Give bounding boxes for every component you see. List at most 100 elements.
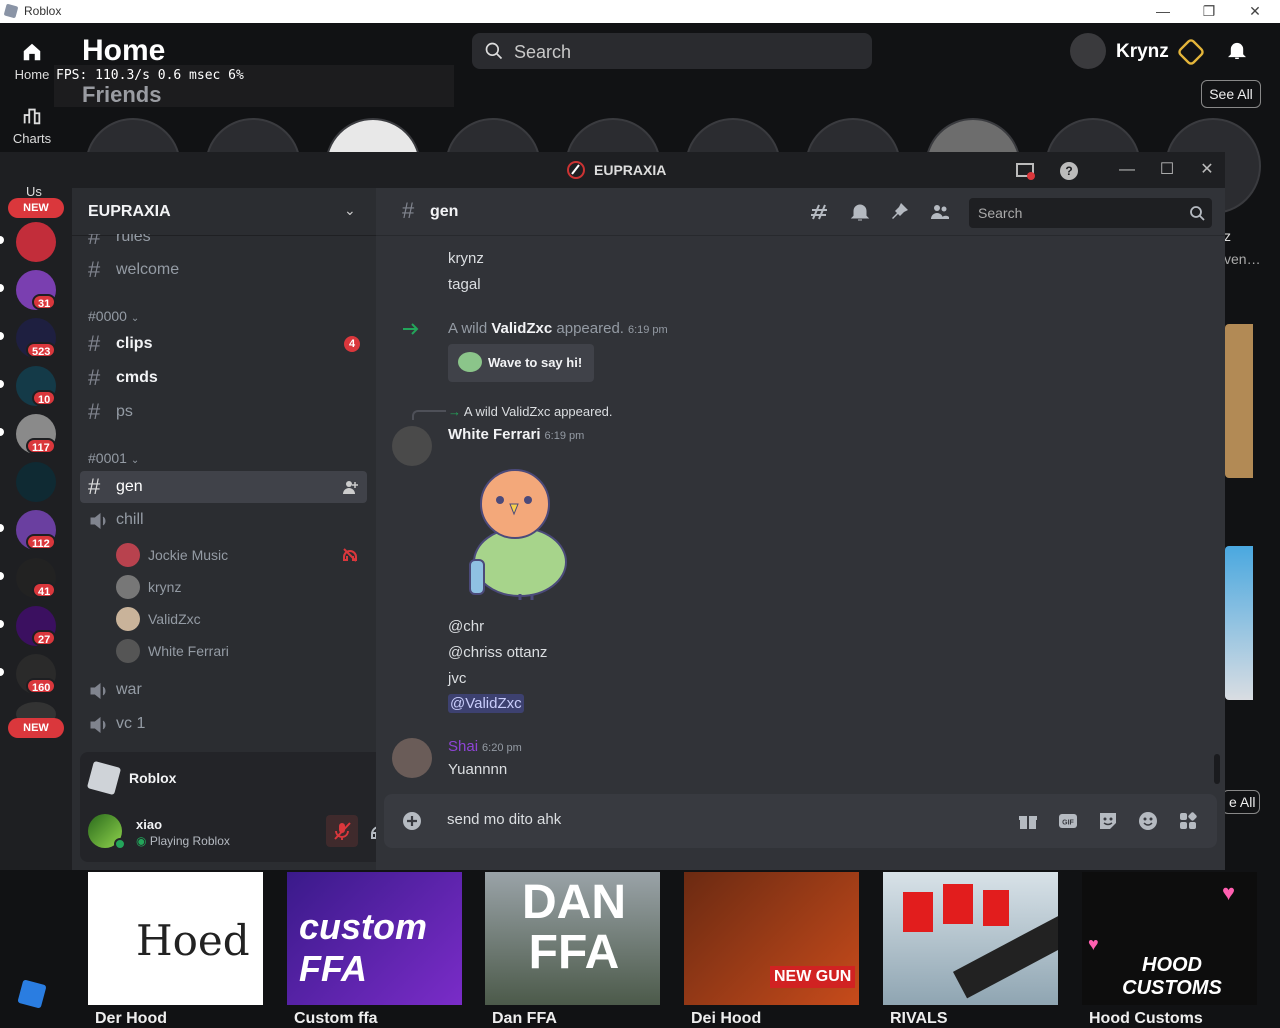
see-all-button[interactable]: See All [1201,80,1261,108]
category-0000[interactable]: #0000 ⌄ [88,308,139,324]
avatar[interactable] [1070,33,1106,69]
svg-text:GIF: GIF [1062,820,1074,827]
emoji-icon[interactable] [1138,811,1158,831]
maximize-icon[interactable]: ☐ [1157,160,1177,180]
apps-icon[interactable] [1178,811,1198,831]
game-title[interactable]: Dan FFA [492,1010,667,1028]
channel-ps[interactable]: # ps [80,396,367,428]
wave-button[interactable]: Wave to say hi! [448,344,594,382]
guild-icon[interactable] [16,462,56,502]
message-text: @chriss ottanz [448,644,548,661]
unread-pip [0,428,4,436]
mention-badge: 10 [32,390,57,406]
minimize-icon[interactable]: — [1117,160,1137,180]
deafened-icon [343,548,357,562]
see-all-button[interactable]: e All [1222,790,1260,814]
channel-label: vc 1 [116,715,146,732]
game-title[interactable]: RIVALS [890,1010,1065,1028]
game-card[interactable]: custom FFA [287,872,462,1005]
minimize-icon[interactable]: — [1140,2,1186,22]
mention-tag[interactable]: @ValidZxc [448,694,524,713]
game-card[interactable]: HOOD CUSTOMS ♥ ♥ [1082,872,1257,1005]
voice-channel-vc1[interactable]: vc 1 [80,708,367,740]
roblox-window-title: Roblox [24,4,62,18]
search-input[interactable]: Search [472,33,872,69]
join-user[interactable]: ValidZxc [491,320,552,337]
scrollbar-thumb[interactable] [1214,754,1220,784]
game-card[interactable]: DAN FFA [485,872,660,1005]
channel-gen[interactable]: # gen [80,471,367,503]
voice-channel-war[interactable]: war [80,674,367,706]
message-text: jvc [448,670,467,687]
channel-rules[interactable]: # rules [80,234,367,248]
charts-icon [23,108,41,125]
game-card[interactable] [883,872,1058,1005]
game-title[interactable]: Der Hood [95,1010,270,1028]
unread-pip [0,524,4,532]
parrot-sticker [469,469,567,600]
chevron-down-icon: ⌄ [344,202,356,218]
restore-icon[interactable]: ❐ [1186,2,1232,22]
game-title[interactable]: Hood Customs [1089,1010,1264,1028]
game-card[interactable]: Hoed [88,872,263,1005]
channel-clips[interactable]: # clips 4 [80,328,367,360]
reply-reference[interactable]: → A wild ValidZxc appeared. [448,404,613,419]
user-name[interactable]: xiao [136,817,162,832]
category-label: #0000 [88,308,127,324]
message-mention[interactable]: @ValidZxc [448,694,524,713]
message-input[interactable]: send mo dito ahk [447,811,561,828]
timestamp: 6:19 pm [544,430,585,442]
notification-bell-icon[interactable] [850,202,870,222]
search-icon [485,42,503,60]
help-icon[interactable]: ? [1058,160,1080,182]
channel-cmds[interactable]: # cmds [80,362,367,394]
game-title[interactable]: Dei Hood [691,1010,866,1028]
game-thumbnail-partial[interactable] [1225,546,1253,700]
username[interactable]: Krynz [1116,41,1169,63]
page-title: Home [82,34,166,67]
avatar [116,543,140,567]
nav-charts[interactable]: Charts [0,105,64,146]
close-icon[interactable]: ✕ [1197,160,1217,180]
join-prefix: A wild [448,320,492,337]
message-text: @chr [448,618,485,635]
avatar[interactable] [392,738,432,778]
member-list-icon[interactable] [930,202,950,222]
server-header[interactable]: EUPRAXIA ⌄ [72,188,376,236]
message-composer[interactable]: send mo dito ahk GIF [384,794,1217,848]
close-icon[interactable]: ✕ [1232,2,1278,22]
game-thumb-text: custom FFA [299,906,428,989]
game-title[interactable]: Custom ffa [294,1010,469,1028]
message-author[interactable]: Shai [448,738,478,755]
gift-icon[interactable] [1018,811,1038,831]
mute-button[interactable] [326,815,358,847]
guild-icon[interactable] [16,222,56,262]
channel-label: cmds [116,369,158,386]
bell-icon[interactable] [1226,39,1248,61]
category-0001[interactable]: #0001 ⌄ [88,450,139,466]
pin-icon[interactable] [890,202,910,222]
unread-pip [0,236,4,244]
message-author[interactable]: White Ferrari [448,426,541,443]
reply-text: A wild ValidZxc appeared. [463,404,613,419]
mic-muted-icon [334,822,351,840]
gif-icon[interactable]: GIF [1058,811,1078,831]
game-card[interactable]: NEW GUN [684,872,859,1005]
voice-channel-chill[interactable]: chill [80,504,367,536]
sticker-icon[interactable] [1098,811,1118,831]
game-thumbnail-partial[interactable] [1225,324,1253,478]
speaker-icon [90,513,106,529]
channel-welcome[interactable]: # welcome [80,254,367,286]
channel-label: chill [116,511,144,528]
user-status-text: Playing Roblox [149,834,230,848]
add-attachment-icon[interactable] [402,811,422,831]
game-thumb-text: DAN FFA [522,876,626,979]
threads-icon[interactable] [810,202,830,222]
roblox-titlebar: Roblox — ❐ ✕ [0,0,1280,23]
nav-charts-label: Charts [12,131,52,146]
home-icon [23,43,41,61]
add-member-icon[interactable] [342,479,358,495]
avatar[interactable] [392,426,432,466]
screen-share-icon[interactable] [1014,160,1036,182]
chat-search-input[interactable]: Search [969,198,1212,228]
